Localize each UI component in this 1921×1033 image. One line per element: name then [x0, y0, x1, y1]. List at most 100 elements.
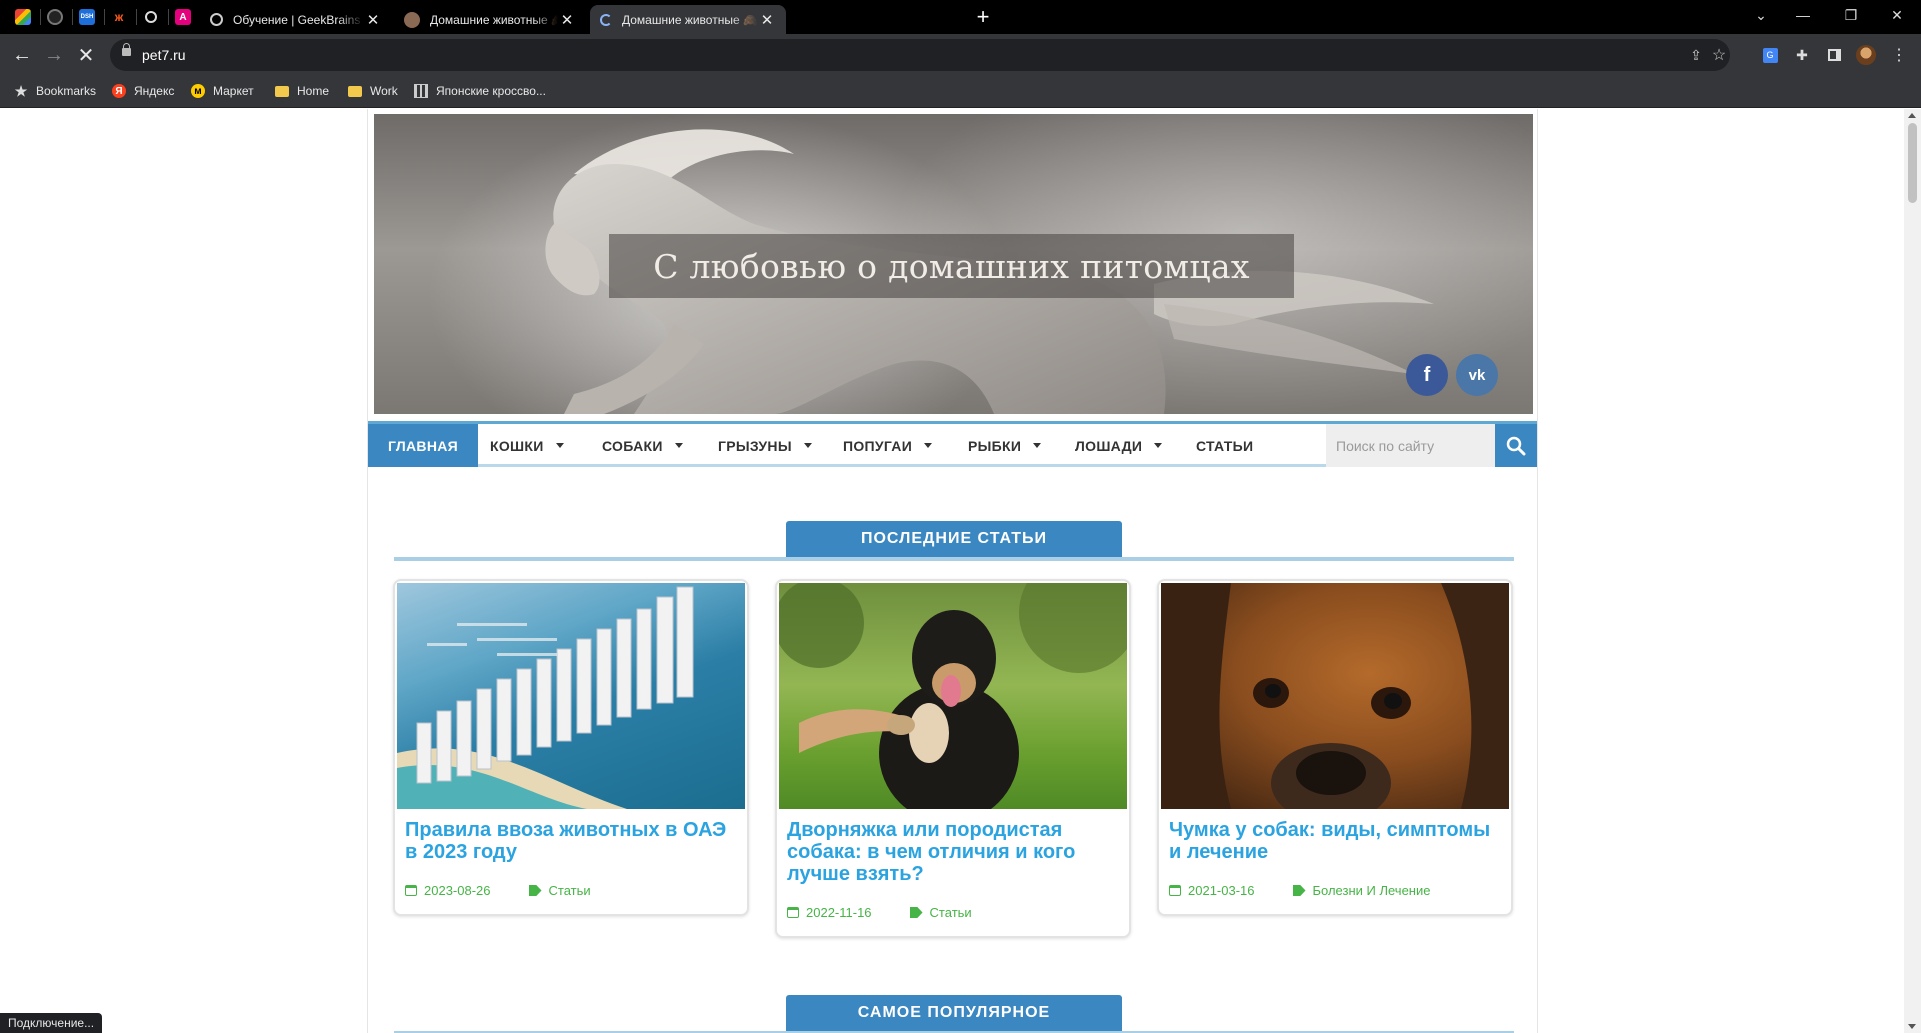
category-link[interactable]: Статьи: [930, 905, 972, 920]
article-card[interactable]: Правила ввоза животных в ОАЭ в 2023 году…: [393, 579, 749, 916]
search-input[interactable]: [1326, 424, 1495, 467]
menu-label: СТАТЬИ: [1196, 437, 1254, 454]
menu-label: ЛОШАДИ: [1075, 437, 1143, 454]
star-icon: ★: [14, 82, 28, 99]
bookmark-work[interactable]: Work: [348, 84, 398, 98]
menu-item-parrots[interactable]: ПОПУГАИ: [843, 424, 933, 467]
share-icon[interactable]: ⇪: [1687, 46, 1705, 64]
address-bar[interactable]: pet7.ru ⇪ ☆: [110, 39, 1730, 71]
close-window-button[interactable]: ✕: [1874, 0, 1920, 30]
site-container: С любовью о домашних питомцах f vk ГЛАВН…: [367, 109, 1538, 1033]
scroll-down-icon[interactable]: [1908, 1024, 1916, 1029]
article-meta: 2022-11-16 Статьи: [787, 905, 1010, 920]
menu-item-articles[interactable]: СТАТЬИ: [1196, 424, 1253, 467]
menu-item-horses[interactable]: ЛОШАДИ: [1075, 424, 1163, 467]
tab-search-icon[interactable]: ⌄: [1738, 0, 1784, 30]
menu-item-fish[interactable]: РЫБКИ: [968, 424, 1042, 467]
black-dog-paw-photo[interactable]: [779, 583, 1127, 809]
tab-title: Домашние животные 🙈 Все п: [430, 12, 558, 27]
article-category[interactable]: Статьи: [909, 905, 972, 920]
page-viewport: С любовью о домашних питомцах f vk ГЛАВН…: [0, 109, 1921, 1033]
tab-geekbrains[interactable]: Обучение | GeekBrains - образов ✕: [200, 5, 392, 34]
bookmark-label: Bookmarks: [36, 84, 97, 98]
site-title: С любовью о домашних питомцах: [653, 246, 1250, 286]
bookmark-label: Яндекс: [134, 84, 175, 98]
loading-spinner-icon: [600, 13, 612, 26]
openai-icon: [145, 11, 157, 23]
menu-item-cats[interactable]: КОШКИ: [490, 424, 564, 467]
vk-icon[interactable]: vk: [1456, 354, 1498, 396]
tab-pets-1[interactable]: Домашние животные 🙈 Все п ✕: [394, 5, 586, 34]
close-icon[interactable]: ✕: [758, 11, 776, 29]
calendar-icon: [787, 907, 799, 918]
page-scrollbar[interactable]: [1904, 109, 1921, 1033]
new-tab-button[interactable]: +: [970, 5, 996, 31]
date-text: 2023-08-26: [424, 883, 491, 898]
back-button[interactable]: ←: [8, 41, 36, 69]
pinned-tab-gmail[interactable]: [12, 6, 34, 28]
scrollbar-thumb[interactable]: [1908, 123, 1917, 203]
profile-avatar[interactable]: [1855, 44, 1877, 66]
close-icon[interactable]: ✕: [364, 11, 382, 29]
pinned-tab-dsh[interactable]: DSH: [76, 6, 98, 28]
facebook-icon[interactable]: f: [1406, 354, 1448, 396]
pinned-tab-openai[interactable]: [140, 6, 162, 28]
article-category[interactable]: Статьи: [528, 883, 591, 898]
bookmark-crossword[interactable]: Японские кроссво...: [414, 84, 546, 98]
stop-button[interactable]: ✕: [72, 41, 100, 69]
bookmark-star-icon[interactable]: ☆: [1710, 46, 1728, 64]
date-text: 2021-03-16: [1188, 883, 1255, 898]
geekbrains-icon: [210, 13, 223, 26]
close-icon[interactable]: ✕: [558, 11, 576, 29]
bookmark-home[interactable]: Home: [275, 84, 329, 98]
popular-header: САМОЕ ПОПУЛЯРНОЕ: [394, 995, 1514, 1033]
menu-item-home[interactable]: ГЛАВНАЯ: [368, 424, 479, 467]
scroll-up-icon[interactable]: [1908, 113, 1916, 118]
main-menu: ГЛАВНАЯ КОШКИ СОБАКИ ГРЫЗУНЫ ПОПУГАИ РЫБ…: [368, 421, 1537, 467]
menu-item-dogs[interactable]: СОБАКИ: [602, 424, 683, 467]
bookmark-market[interactable]: м Маркет: [191, 84, 254, 98]
search-button[interactable]: [1495, 424, 1537, 467]
folder-icon: [275, 84, 289, 98]
article-date: 2022-11-16: [787, 905, 872, 920]
article-title-link[interactable]: Дворняжка или породистая собака: в чем о…: [787, 819, 1123, 885]
article-category[interactable]: Болезни И Лечение: [1292, 883, 1431, 898]
article-date: 2021-03-16: [1169, 883, 1255, 898]
extensions-icon[interactable]: ✚: [1791, 44, 1813, 66]
caret-down-icon: [555, 443, 564, 448]
pinned-tab-k[interactable]: ж: [108, 6, 130, 28]
category-link[interactable]: Болезни И Лечение: [1313, 883, 1431, 898]
bookmarks-bar: ★ Bookmarks Я Яндекс м Маркет Home Work Япо…: [0, 76, 1921, 108]
lock-icon: [122, 43, 131, 56]
tab-pets-active[interactable]: Домашние животные 🙈 Все п ✕: [590, 5, 786, 34]
article-meta: 2021-03-16 Болезни И Лечение: [1169, 883, 1468, 898]
side-panel-icon[interactable]: [1823, 44, 1845, 66]
minimize-button[interactable]: —: [1780, 0, 1826, 30]
latest-articles-header: ПОСЛЕДНИЕ СТАТЬИ: [394, 521, 1514, 561]
bookmark-label: Work: [370, 84, 398, 98]
tab-title: Домашние животные 🙈 Все п: [622, 12, 758, 27]
menu-kebab-icon[interactable]: ⋮: [1888, 44, 1910, 66]
beagle-photo[interactable]: [1161, 583, 1509, 809]
category-link[interactable]: Статьи: [549, 883, 591, 898]
article-card[interactable]: Дворняжка или породистая собака: в чем о…: [775, 579, 1131, 938]
dsh-icon: DSH: [79, 9, 95, 25]
pinned-tab-a[interactable]: A: [172, 6, 194, 28]
menu-item-rodents[interactable]: ГРЫЗУНЫ: [718, 424, 812, 467]
article-title-link[interactable]: Чумка у собак: виды, симптомы и лечение: [1169, 819, 1505, 863]
forward-button[interactable]: →: [40, 41, 68, 69]
translate-icon[interactable]: G: [1759, 44, 1781, 66]
market-icon: м: [191, 84, 205, 98]
article-title-link[interactable]: Правила ввоза животных в ОАЭ в 2023 году: [405, 819, 741, 863]
section-divider: [394, 557, 1514, 561]
tab-strip: DSH ж A Обучение | GeekBrains - образов …: [0, 0, 1921, 34]
pinned-tab-github[interactable]: [44, 6, 66, 28]
status-bubble: Подключение...: [0, 1013, 103, 1033]
article-card[interactable]: Чумка у собак: виды, симптомы и лечение …: [1157, 579, 1513, 916]
restore-button[interactable]: ❐: [1828, 0, 1874, 30]
dubai-coast-photo[interactable]: [397, 583, 745, 809]
bookmark-bookmarks[interactable]: ★ Bookmarks: [14, 82, 97, 99]
tab-title: Обучение | GeekBrains - образов: [233, 12, 364, 27]
bookmark-yandex[interactable]: Я Яндекс: [112, 84, 174, 98]
site-title-box: С любовью о домашних питомцах: [609, 234, 1294, 298]
